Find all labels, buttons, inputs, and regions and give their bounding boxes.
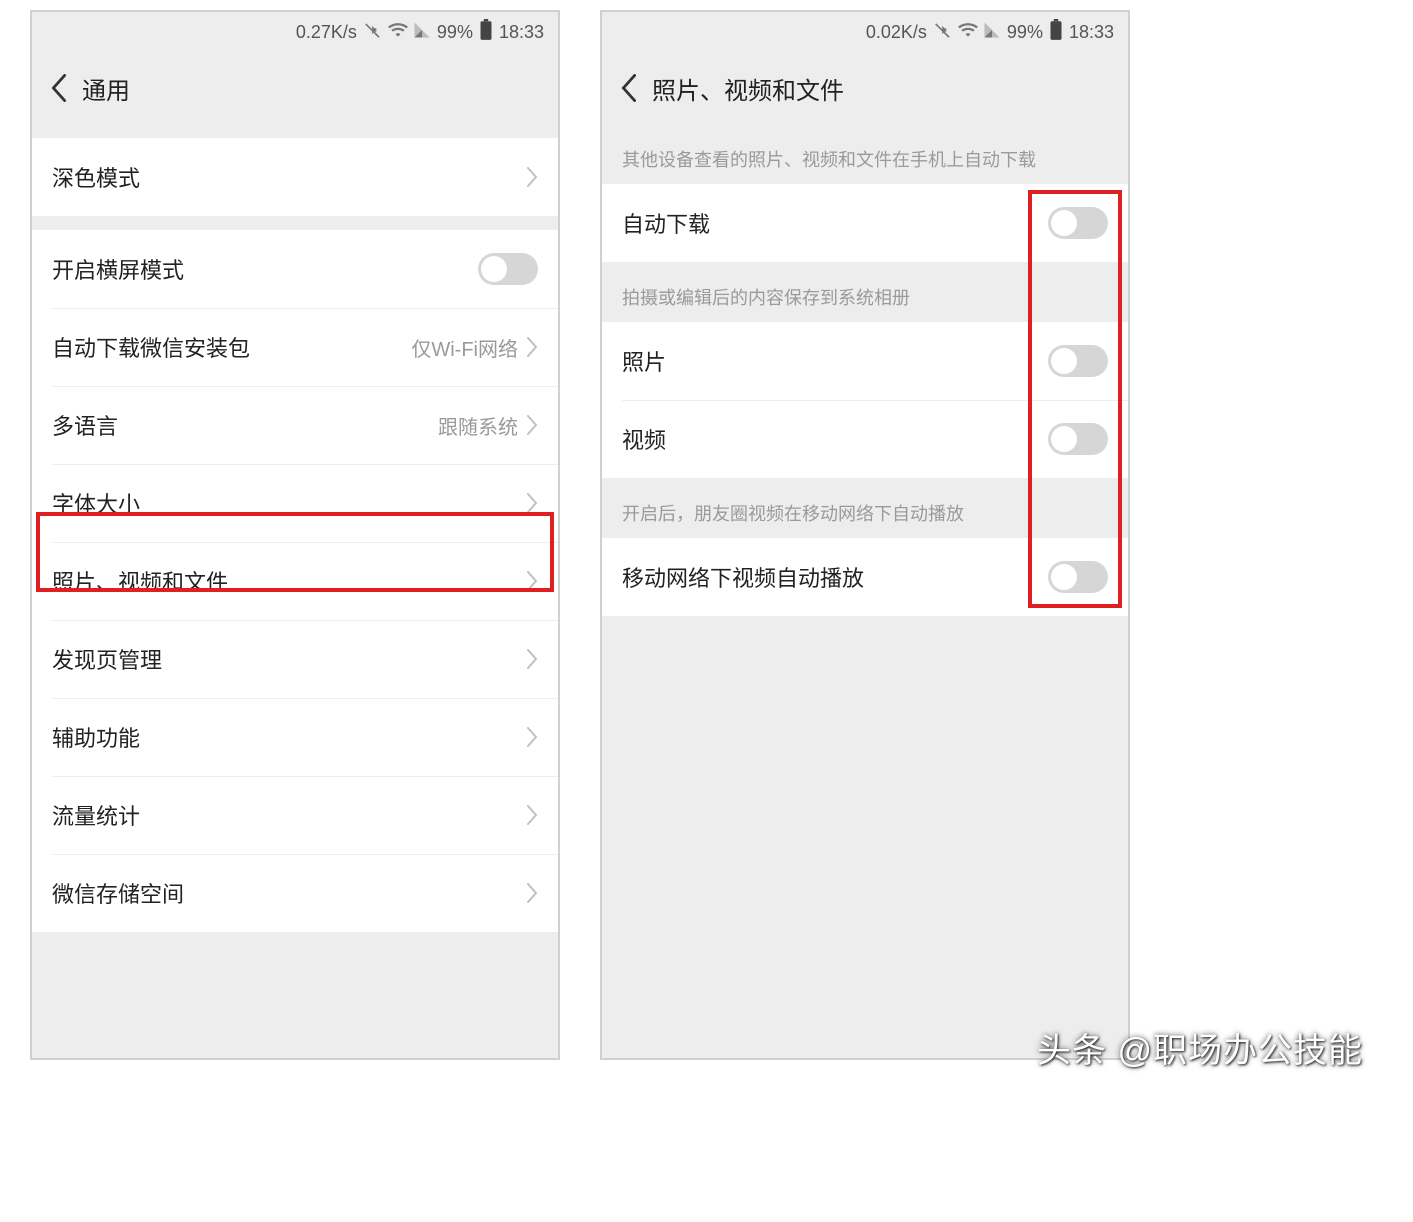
chevron-right-icon [526,805,538,825]
battery-icon [479,19,493,46]
row-label: 辅助功能 [52,721,526,753]
phone-left: 0.27K/s 99% 18:33 通用 深色模式 开启横屏模式 [30,10,560,1060]
row-discover[interactable]: 发现页管理 [32,620,558,698]
status-bar: 0.27K/s 99% 18:33 [32,12,558,52]
chevron-right-icon [526,167,538,187]
row-label: 视频 [622,423,1048,455]
row-label: 自动下载微信安装包 [52,331,411,363]
row-label: 照片 [622,345,1048,377]
row-label: 深色模式 [52,161,526,193]
status-time: 18:33 [499,22,544,43]
row-font-size[interactable]: 字体大小 [32,464,558,542]
row-storage[interactable]: 微信存储空间 [32,854,558,932]
row-video[interactable]: 视频 [602,400,1128,478]
toggle-video[interactable] [1048,423,1108,455]
signal-icon [983,21,1001,44]
battery-icon [1049,19,1063,46]
page-title: 照片、视频和文件 [652,71,844,106]
phone-right: 0.02K/s 99% 18:33 照片、视频和文件 其他设备查看的照片、视频和… [600,10,1130,1060]
row-mobile-autoplay[interactable]: 移动网络下视频自动播放 [602,538,1128,616]
mute-icon [933,20,953,45]
row-value: 跟随系统 [438,411,518,440]
row-label: 发现页管理 [52,643,526,675]
row-auto-download[interactable]: 自动下载 [602,184,1128,262]
row-dark-mode[interactable]: 深色模式 [32,138,558,216]
chevron-right-icon [526,571,538,591]
status-net-speed: 0.02K/s [866,22,927,43]
row-value: 仅Wi-Fi网络 [411,333,518,362]
page-title: 通用 [82,71,130,106]
row-photo[interactable]: 照片 [602,322,1128,400]
row-media-files[interactable]: 照片、视频和文件 [32,542,558,620]
status-bar: 0.02K/s 99% 18:33 [602,12,1128,52]
row-label: 流量统计 [52,799,526,831]
chevron-right-icon [526,337,538,357]
status-battery-pct: 99% [1007,22,1043,43]
row-language[interactable]: 多语言 跟随系统 [32,386,558,464]
mute-icon [363,20,383,45]
row-label: 移动网络下视频自动播放 [622,561,1048,593]
chevron-right-icon [526,883,538,903]
chevron-right-icon [526,727,538,747]
title-bar: 照片、视频和文件 [602,52,1128,124]
status-icons [363,20,431,45]
chevron-right-icon [526,649,538,669]
row-auto-download-pkg[interactable]: 自动下载微信安装包 仅Wi-Fi网络 [32,308,558,386]
section-desc-1: 其他设备查看的照片、视频和文件在手机上自动下载 [602,124,1128,184]
toggle-auto-download[interactable] [1048,207,1108,239]
row-label: 自动下载 [622,207,1048,239]
row-label: 微信存储空间 [52,877,526,909]
chevron-right-icon [526,493,538,513]
signal-icon [413,21,431,44]
section-desc-2: 拍摄或编辑后的内容保存到系统相册 [602,262,1128,322]
section-desc-3: 开启后，朋友圈视频在移动网络下自动播放 [602,478,1128,538]
row-accessibility[interactable]: 辅助功能 [32,698,558,776]
row-label: 照片、视频和文件 [52,565,526,597]
toggle-mobile-autoplay[interactable] [1048,561,1108,593]
back-button[interactable] [612,71,646,105]
status-time: 18:33 [1069,22,1114,43]
wifi-icon [387,20,409,45]
back-button[interactable] [42,71,76,105]
toggle-landscape[interactable] [478,253,538,285]
status-battery-pct: 99% [437,22,473,43]
row-label: 字体大小 [52,487,526,519]
title-bar: 通用 [32,52,558,124]
row-label: 开启横屏模式 [52,253,478,285]
status-icons [933,20,1001,45]
row-label: 多语言 [52,409,438,441]
row-landscape[interactable]: 开启横屏模式 [32,230,558,308]
watermark: 头条 @职场办公技能 [1037,1023,1363,1072]
toggle-photo[interactable] [1048,345,1108,377]
wifi-icon [957,20,979,45]
chevron-right-icon [526,415,538,435]
row-data-usage[interactable]: 流量统计 [32,776,558,854]
status-net-speed: 0.27K/s [296,22,357,43]
